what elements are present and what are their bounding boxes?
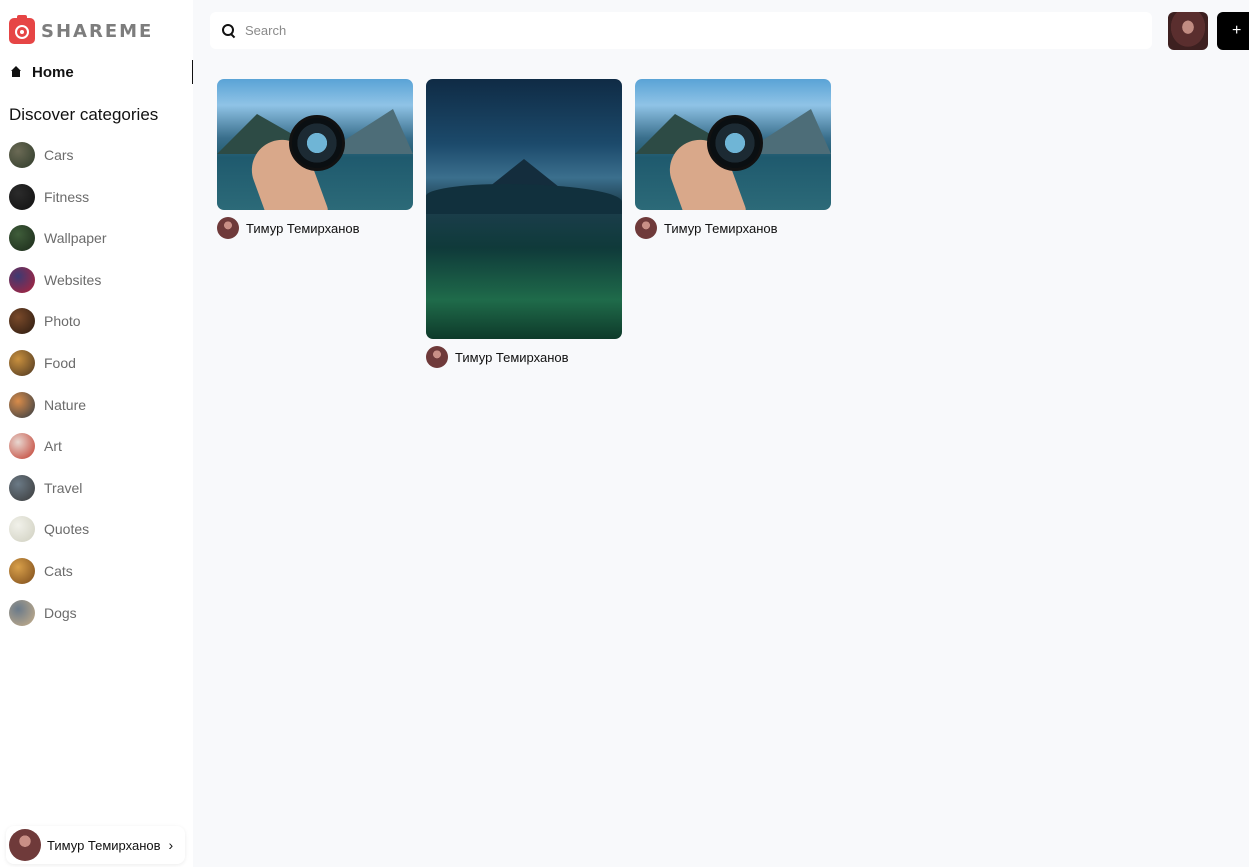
pin-author[interactable]: Тимур Темирханов bbox=[635, 217, 831, 239]
category-thumbnail bbox=[9, 142, 35, 168]
category-thumbnail bbox=[9, 308, 35, 335]
sidebar: SHAREME Home Discover categories Cars Fi… bbox=[0, 0, 193, 867]
category-thumbnail bbox=[9, 225, 35, 252]
category-item-photo[interactable]: Photo bbox=[9, 307, 107, 335]
category-item-food[interactable]: Food bbox=[9, 349, 107, 377]
pin-card[interactable]: Тимур Темирханов bbox=[635, 79, 831, 239]
category-label: Wallpaper bbox=[44, 230, 107, 247]
pin-author-name: Тимур Темирханов bbox=[455, 349, 569, 365]
category-item-fitness[interactable]: Fitness bbox=[9, 183, 107, 211]
category-label: Travel bbox=[44, 479, 83, 496]
logo[interactable]: SHAREME bbox=[9, 15, 154, 45]
category-label: Photo bbox=[44, 313, 81, 330]
pin-image[interactable] bbox=[426, 79, 622, 339]
category-item-quotes[interactable]: Quotes bbox=[9, 515, 107, 543]
home-icon bbox=[10, 66, 22, 78]
user-avatar-button[interactable] bbox=[1168, 12, 1208, 50]
category-item-websites[interactable]: Websites bbox=[9, 266, 107, 294]
pin-author-name: Тимур Темирханов bbox=[664, 220, 778, 236]
category-label: Food bbox=[44, 354, 76, 371]
search-icon bbox=[222, 23, 236, 38]
avatar bbox=[426, 346, 448, 368]
category-label: Dogs bbox=[44, 604, 77, 621]
avatar bbox=[635, 217, 657, 239]
category-item-cats[interactable]: Cats bbox=[9, 557, 107, 585]
category-thumbnail bbox=[9, 516, 35, 543]
category-thumbnail bbox=[9, 433, 35, 460]
search-input[interactable] bbox=[245, 23, 1125, 38]
pin-image[interactable] bbox=[635, 79, 831, 210]
category-thumbnail bbox=[9, 183, 35, 210]
nav-home[interactable]: Home bbox=[0, 60, 193, 84]
search-bar bbox=[210, 12, 1152, 49]
category-label: Art bbox=[44, 438, 62, 455]
avatar bbox=[217, 217, 239, 239]
pin-image[interactable] bbox=[217, 79, 413, 210]
pin-author-name: Тимур Темирханов bbox=[246, 220, 360, 236]
category-label: Cars bbox=[44, 147, 74, 163]
add-pin-button[interactable]: + bbox=[1217, 12, 1249, 50]
category-label: Fitness bbox=[44, 188, 90, 205]
category-thumbnail bbox=[9, 349, 35, 376]
pin-author[interactable]: Тимур Темирханов bbox=[217, 217, 413, 239]
discover-categories-heading: Discover categories bbox=[9, 105, 159, 124]
category-item-art[interactable]: Art bbox=[9, 432, 107, 460]
plus-icon: + bbox=[1232, 22, 1242, 39]
category-label: Nature bbox=[44, 396, 87, 413]
category-thumbnail bbox=[9, 599, 35, 626]
category-item-wallpaper[interactable]: Wallpaper bbox=[9, 224, 107, 252]
profile-name: Тимур Темирханов bbox=[47, 837, 161, 853]
category-item-travel[interactable]: Travel bbox=[9, 474, 107, 502]
app: SHAREME Home Discover categories Cars Fi… bbox=[0, 0, 1249, 867]
category-label: Websites bbox=[44, 271, 102, 288]
category-label: Cats bbox=[44, 562, 73, 579]
brand-name: SHAREME bbox=[41, 20, 154, 42]
category-list: Cars Fitness Wallpaper Websites Photo Fo… bbox=[9, 141, 107, 640]
pin-author[interactable]: Тимур Темирханов bbox=[426, 346, 622, 368]
category-item-dogs[interactable]: Dogs bbox=[9, 599, 107, 627]
chevron-right-icon: › bbox=[168, 837, 174, 853]
pin-card[interactable]: Тимур Темирханов bbox=[426, 79, 622, 368]
category-item-cars[interactable]: Cars bbox=[9, 141, 107, 169]
pin-card[interactable]: Тимур Темирханов bbox=[217, 79, 413, 239]
category-label: Quotes bbox=[44, 521, 90, 538]
category-item-nature[interactable]: Nature bbox=[9, 391, 107, 419]
category-thumbnail bbox=[9, 266, 35, 293]
camera-logo-icon bbox=[9, 15, 35, 44]
avatar bbox=[9, 829, 41, 861]
category-thumbnail bbox=[9, 474, 35, 501]
category-thumbnail bbox=[9, 391, 35, 418]
profile-link[interactable]: Тимур Темирханов › bbox=[6, 826, 185, 864]
category-thumbnail bbox=[9, 557, 35, 584]
nav-home-label: Home bbox=[32, 63, 74, 81]
